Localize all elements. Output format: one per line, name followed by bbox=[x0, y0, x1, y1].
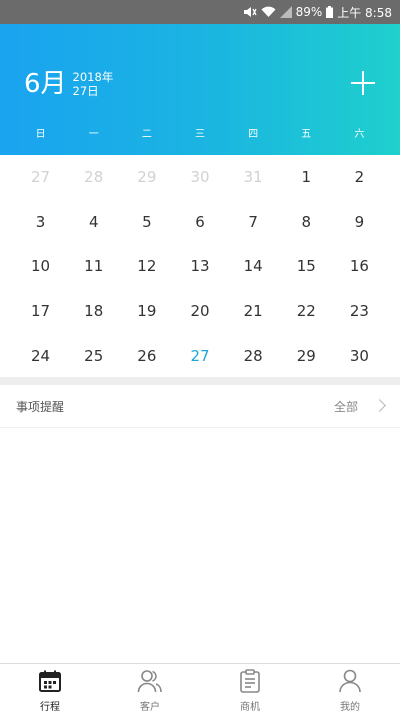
calendar-day[interactable]: 30 bbox=[333, 333, 386, 378]
clipboard-icon bbox=[237, 669, 263, 693]
customers-icon bbox=[137, 669, 163, 693]
weekday-row: 日 一 二 三 四 五 六 bbox=[14, 125, 386, 140]
calendar-day[interactable]: 29 bbox=[280, 333, 333, 378]
calendar-day[interactable]: 1 bbox=[280, 155, 333, 200]
weekday-label: 一 bbox=[88, 129, 99, 140]
calendar-day[interactable]: 15 bbox=[280, 244, 333, 289]
bottom-tab-bar: 行程 客户 商机 我的 bbox=[0, 663, 400, 711]
tab-label: 行程 bbox=[40, 702, 60, 711]
month-label: 6月 bbox=[24, 69, 67, 99]
calendar-day[interactable]: 29 bbox=[120, 155, 173, 200]
calendar-header: 6月 2018年 27日 日 一 二 三 四 五 六 bbox=[0, 24, 400, 155]
calendar-grid: 27 28 29 30 31 1 2 3 4 5 6 7 8 9 10 11 12 13 14 15 16 17 18 19 2… bbox=[14, 155, 386, 378]
calendar-day[interactable]: 17 bbox=[14, 289, 67, 334]
weekday-label: 六 bbox=[354, 129, 365, 140]
calendar-day[interactable]: 10 bbox=[14, 244, 67, 289]
calendar-day[interactable]: 21 bbox=[227, 289, 280, 334]
tab-label: 商机 bbox=[240, 702, 260, 711]
tab-profile[interactable]: 我的 bbox=[300, 664, 400, 711]
calendar-week-row: 10 11 12 13 14 15 16 bbox=[14, 244, 386, 289]
calendar-day[interactable]: 28 bbox=[67, 155, 120, 200]
chevron-right-icon[interactable] bbox=[373, 399, 386, 412]
calendar-day-today[interactable]: 27 bbox=[173, 333, 226, 378]
calendar-day[interactable]: 16 bbox=[333, 244, 386, 289]
wifi-icon bbox=[261, 6, 276, 18]
tab-opportunities[interactable]: 商机 bbox=[200, 664, 300, 711]
calendar-day[interactable]: 19 bbox=[120, 289, 173, 334]
tab-label: 我的 bbox=[340, 702, 360, 711]
day-label: 27日 bbox=[72, 84, 99, 98]
profile-icon bbox=[337, 669, 363, 693]
weekday-label: 四 bbox=[248, 129, 259, 140]
calendar-day[interactable]: 12 bbox=[120, 244, 173, 289]
weekday-label: 三 bbox=[194, 129, 205, 140]
status-bar: 89% 上午 8:58 bbox=[0, 0, 400, 24]
weekday-label: 日 bbox=[35, 129, 46, 140]
tab-label: 客户 bbox=[140, 702, 160, 711]
battery-percent: 89% bbox=[295, 5, 323, 19]
calendar-week-row: 27 28 29 30 31 1 2 bbox=[14, 155, 386, 200]
calendar-day[interactable]: 8 bbox=[280, 200, 333, 245]
reminder-title: 事项提醒 bbox=[16, 399, 65, 414]
calendar-day[interactable]: 9 bbox=[333, 200, 386, 245]
tab-schedule[interactable]: 行程 bbox=[0, 664, 100, 711]
calendar-day[interactable]: 22 bbox=[280, 289, 333, 334]
calendar-day[interactable]: 2 bbox=[333, 155, 386, 200]
calendar-day[interactable]: 30 bbox=[173, 155, 226, 200]
calendar-day[interactable]: 27 bbox=[14, 155, 67, 200]
calendar-day[interactable]: 3 bbox=[14, 200, 67, 245]
calendar-day[interactable]: 24 bbox=[14, 333, 67, 378]
reminder-section: 事项提醒 全部 bbox=[0, 385, 400, 428]
calendar-day[interactable]: 18 bbox=[67, 289, 120, 334]
calendar-day[interactable]: 20 bbox=[173, 289, 226, 334]
weekday-label: 二 bbox=[141, 129, 152, 140]
calendar-day[interactable]: 31 bbox=[227, 155, 280, 200]
battery-icon bbox=[326, 6, 334, 18]
calendar-day[interactable]: 28 bbox=[227, 333, 280, 378]
status-time: 上午 8:58 bbox=[337, 5, 392, 20]
calendar-day[interactable]: 4 bbox=[67, 200, 120, 245]
calendar-week-row: 24 25 26 27 28 29 30 bbox=[14, 333, 386, 378]
calendar-day[interactable]: 23 bbox=[333, 289, 386, 334]
calendar-day[interactable]: 13 bbox=[173, 244, 226, 289]
calendar-day[interactable]: 6 bbox=[173, 200, 226, 245]
calendar-day[interactable]: 7 bbox=[227, 200, 280, 245]
add-event-button[interactable] bbox=[348, 68, 378, 98]
year-label: 2018年 bbox=[72, 70, 114, 84]
weekday-label: 五 bbox=[301, 129, 312, 140]
calendar-day[interactable]: 11 bbox=[67, 244, 120, 289]
view-all-link[interactable]: 全部 bbox=[334, 398, 358, 415]
calendar-day[interactable]: 14 bbox=[227, 244, 280, 289]
calendar-icon bbox=[37, 669, 63, 693]
calendar-week-row: 3456789 bbox=[14, 200, 386, 245]
mute-icon bbox=[243, 6, 257, 18]
calendar-week-row: 17 18 19 20 21 22 23 bbox=[14, 289, 386, 334]
calendar-day[interactable]: 26 bbox=[120, 333, 173, 378]
calendar-day[interactable]: 5 bbox=[120, 200, 173, 245]
section-divider bbox=[0, 377, 400, 385]
date-title[interactable]: 6月 2018年 27日 bbox=[24, 68, 113, 100]
tab-customers[interactable]: 客户 bbox=[100, 664, 200, 711]
signal-icon bbox=[279, 6, 292, 18]
calendar-day[interactable]: 25 bbox=[67, 333, 120, 378]
date-sub: 2018年 27日 bbox=[73, 68, 114, 98]
